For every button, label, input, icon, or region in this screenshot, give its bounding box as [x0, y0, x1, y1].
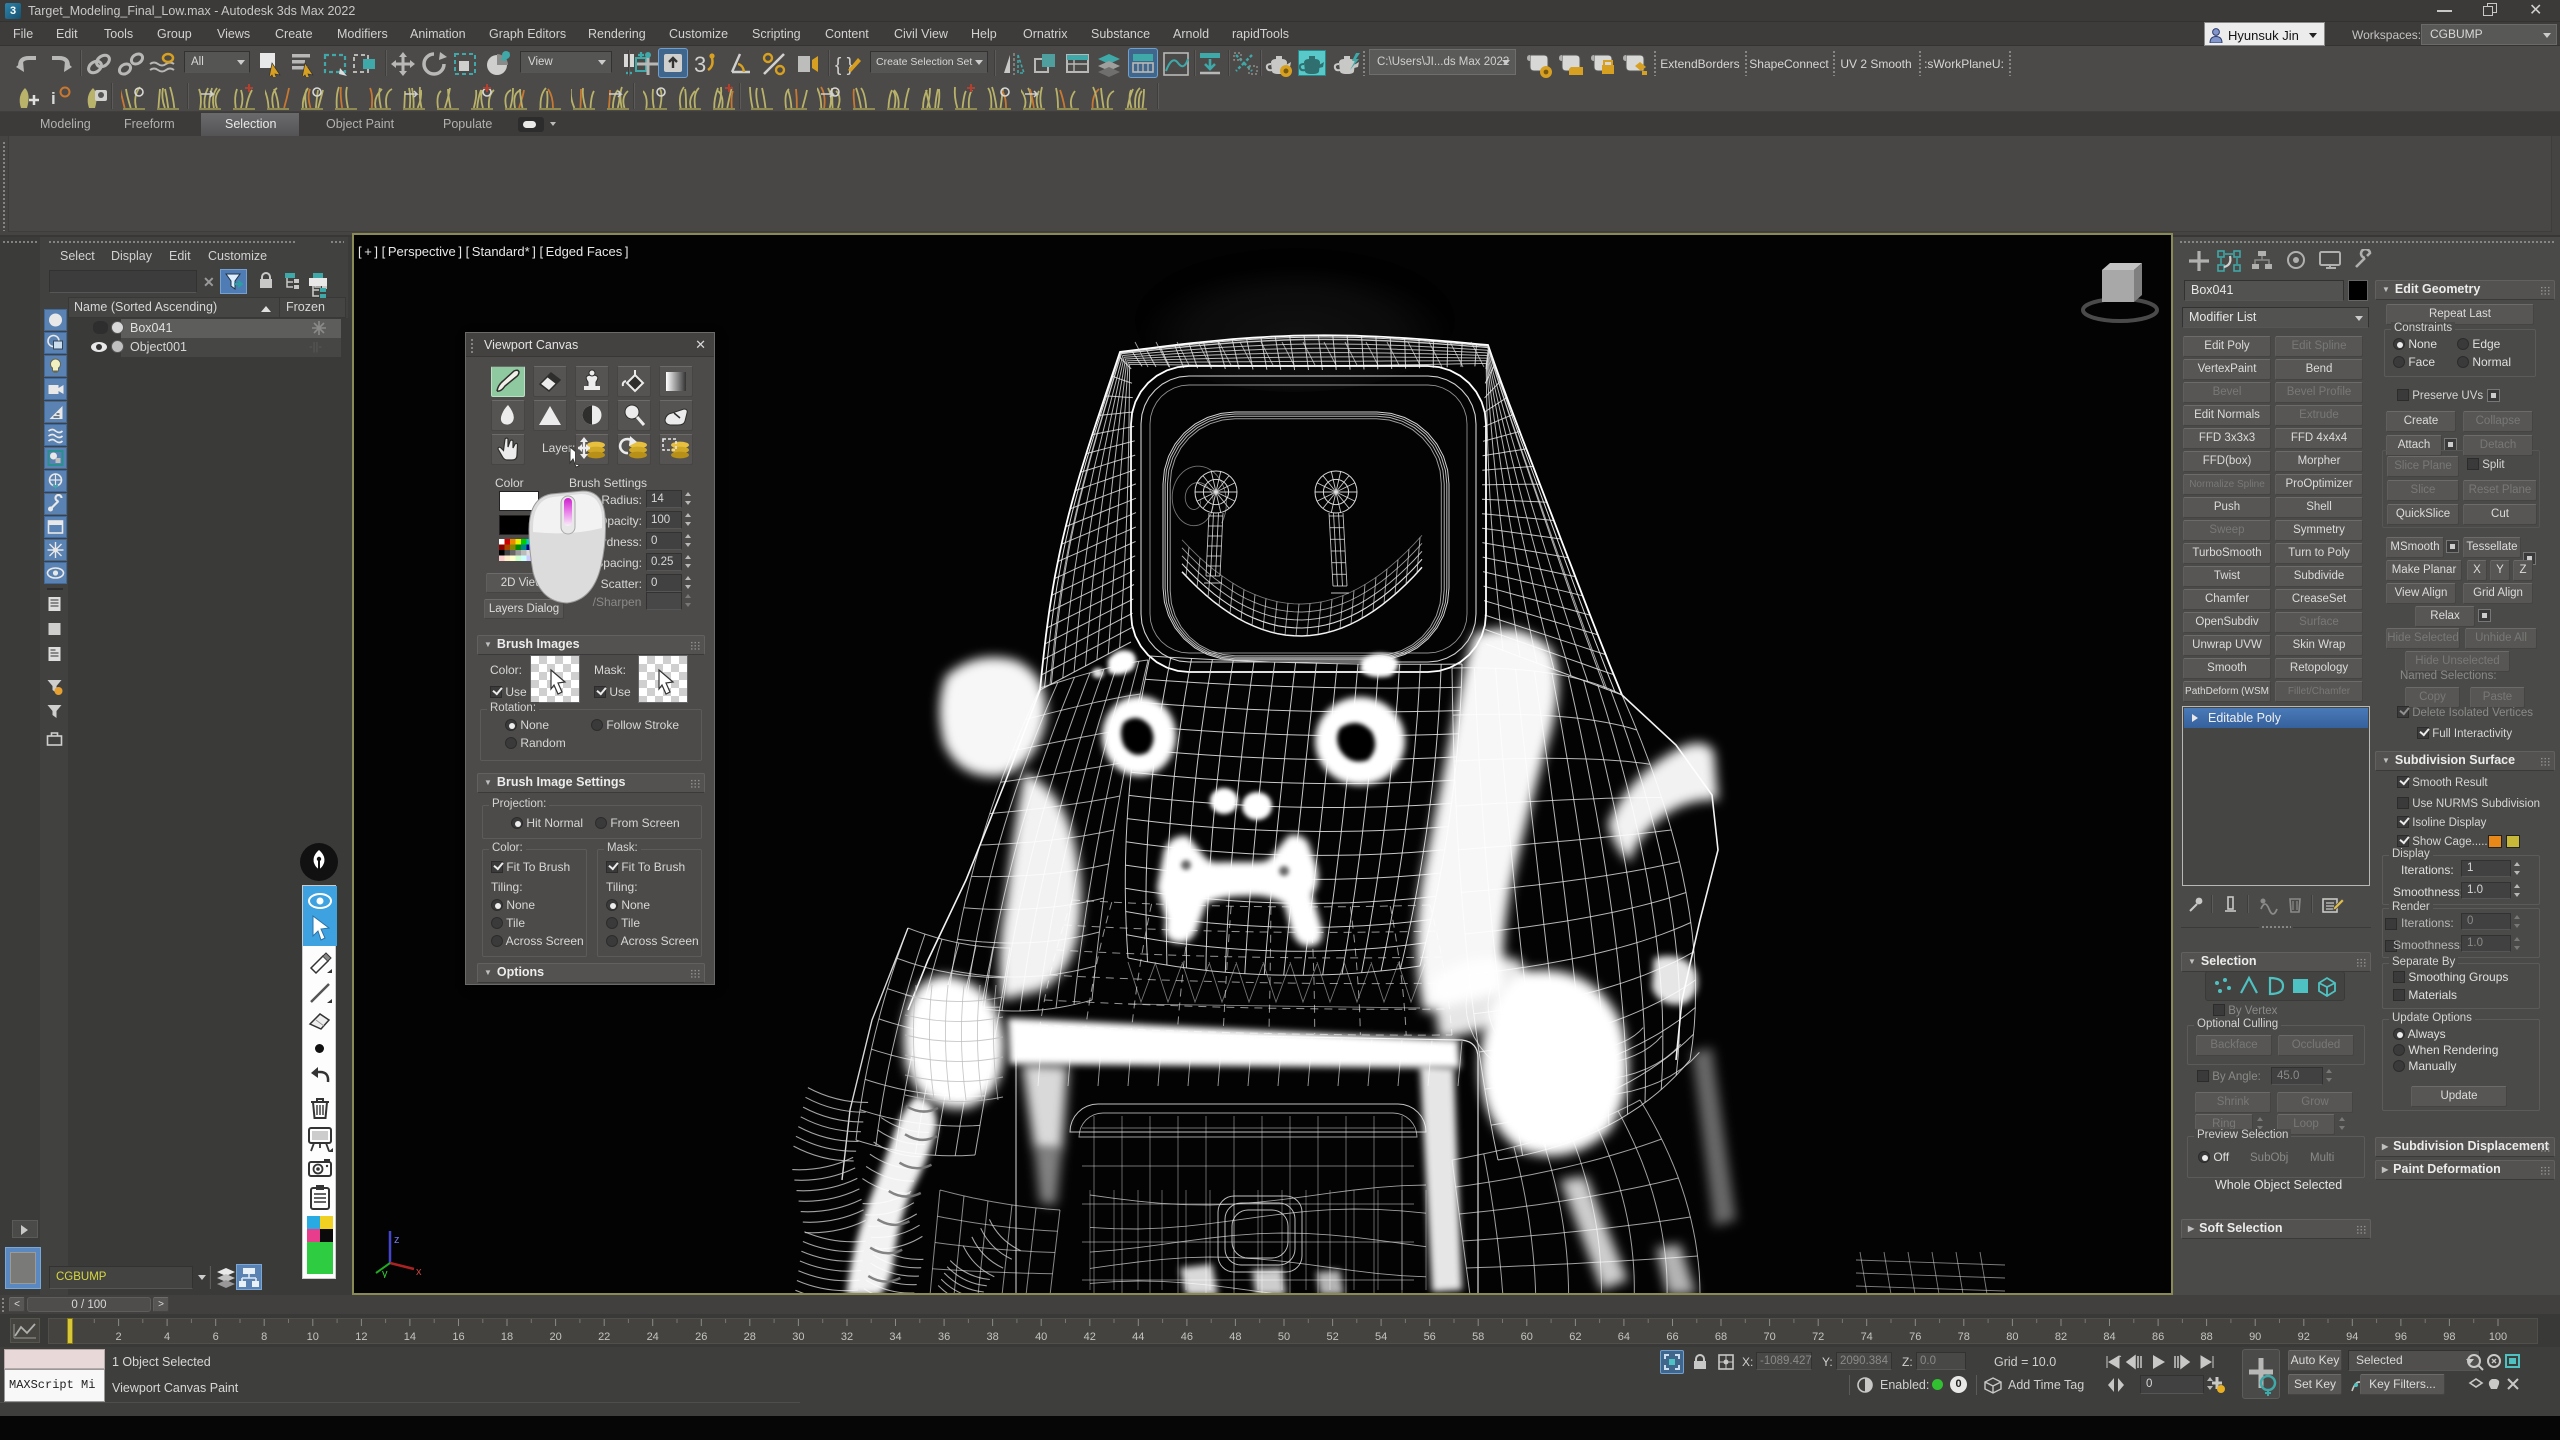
svg-text:98: 98	[2443, 1331, 2455, 1343]
svg-text:3: 3	[694, 52, 706, 77]
svg-text:76: 76	[1909, 1331, 1921, 1343]
svg-text:10: 10	[307, 1331, 319, 1343]
svg-text:86: 86	[2152, 1331, 2164, 1343]
svg-text:46: 46	[1181, 1331, 1193, 1343]
svg-text:i: i	[51, 89, 56, 108]
svg-text:48: 48	[1229, 1331, 1241, 1343]
svg-text:28: 28	[744, 1331, 756, 1343]
svg-text:42: 42	[1084, 1331, 1096, 1343]
svg-text:96: 96	[2395, 1331, 2407, 1343]
svg-text:64: 64	[1618, 1331, 1630, 1343]
svg-text:54: 54	[1375, 1331, 1387, 1343]
svg-text:16: 16	[452, 1331, 464, 1343]
svg-text:80: 80	[2006, 1331, 2018, 1343]
svg-text:68: 68	[1715, 1331, 1727, 1343]
svg-text:2: 2	[116, 1331, 122, 1343]
svg-text:18: 18	[501, 1331, 513, 1343]
svg-text:4: 4	[164, 1331, 170, 1343]
svg-text:32: 32	[841, 1331, 853, 1343]
svg-text:90: 90	[2249, 1331, 2261, 1343]
svg-text:26: 26	[695, 1331, 707, 1343]
svg-text:58: 58	[1472, 1331, 1484, 1343]
svg-text:38: 38	[986, 1331, 998, 1343]
svg-text:8: 8	[261, 1331, 267, 1343]
svg-text:52: 52	[1326, 1331, 1338, 1343]
svg-text:70: 70	[1763, 1331, 1775, 1343]
svg-text:60: 60	[1521, 1331, 1533, 1343]
svg-text:34: 34	[889, 1331, 901, 1343]
svg-text:92: 92	[2298, 1331, 2310, 1343]
svg-text:44: 44	[1132, 1331, 1144, 1343]
svg-text:30: 30	[792, 1331, 804, 1343]
svg-text:12: 12	[355, 1331, 367, 1343]
svg-text:94: 94	[2346, 1331, 2358, 1343]
svg-text:{ }: { }	[835, 55, 853, 76]
svg-text:82: 82	[2055, 1331, 2067, 1343]
svg-text:88: 88	[2200, 1331, 2212, 1343]
svg-text:36: 36	[938, 1331, 950, 1343]
svg-text:20: 20	[549, 1331, 561, 1343]
svg-text:22: 22	[598, 1331, 610, 1343]
svg-text:72: 72	[1812, 1331, 1824, 1343]
svg-text:62: 62	[1569, 1331, 1581, 1343]
svg-text:56: 56	[1424, 1331, 1436, 1343]
svg-text:100: 100	[2489, 1331, 2507, 1343]
svg-text:78: 78	[1958, 1331, 1970, 1343]
svg-text:14: 14	[404, 1331, 416, 1343]
svg-text:40: 40	[1035, 1331, 1047, 1343]
svg-text:50: 50	[1278, 1331, 1290, 1343]
svg-text:66: 66	[1666, 1331, 1678, 1343]
svg-text:84: 84	[2103, 1331, 2115, 1343]
svg-text:74: 74	[1861, 1331, 1873, 1343]
svg-text:6: 6	[213, 1331, 219, 1343]
svg-text:24: 24	[647, 1331, 659, 1343]
